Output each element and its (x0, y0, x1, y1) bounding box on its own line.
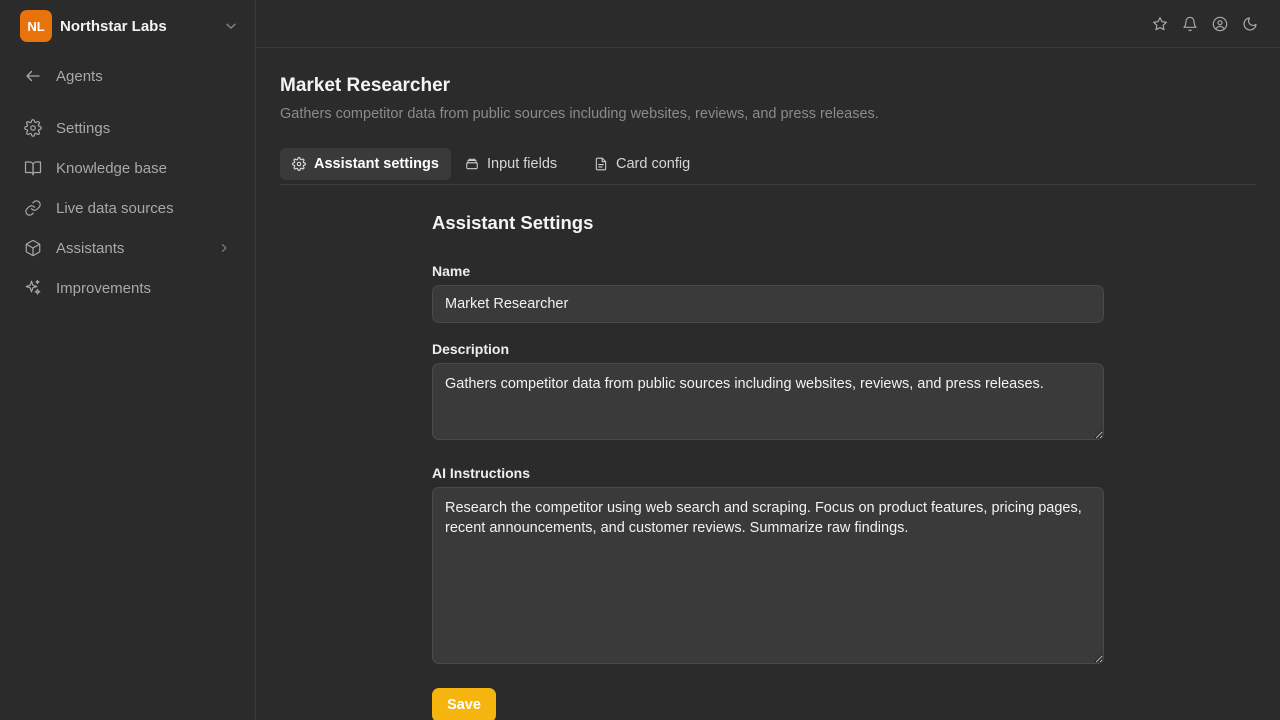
sidebar-item-label: Improvements (56, 279, 152, 297)
tab-label: Input fields (487, 156, 558, 172)
name-field[interactable] (432, 285, 1104, 323)
org-switcher[interactable]: NL Northstar Labs (20, 10, 238, 42)
sidebar-item-label: Knowledge base (56, 159, 167, 177)
ai-instructions-label: AI Instructions (432, 465, 531, 481)
star-icon[interactable] (1152, 16, 1168, 32)
tab-label: Assistant settings (314, 156, 439, 172)
sidebar-item-knowledge-base[interactable]: Knowledge base (24, 153, 234, 183)
moon-icon[interactable] (1242, 16, 1258, 32)
top-bar (256, 0, 1280, 48)
sidebar-item-live-data-sources[interactable]: Live data sources (24, 193, 234, 223)
ai-instructions-field[interactable]: Research the competitor using web search… (432, 487, 1104, 664)
tab-assistant-settings[interactable]: Assistant settings (280, 148, 451, 180)
file-icon (595, 157, 607, 171)
sidebar-item-label: Settings (56, 119, 111, 137)
org-avatar: NL (20, 10, 52, 42)
page-description: Gathers competitor data from public sour… (280, 106, 879, 122)
tab-card-config[interactable]: Card config (582, 148, 702, 180)
page-title: Market Researcher (280, 75, 451, 96)
description-field[interactable]: Gathers competitor data from public sour… (432, 363, 1104, 440)
tab-input-fields[interactable]: Input fields (453, 148, 569, 180)
description-label: Description (432, 341, 510, 357)
org-name: Northstar Labs (60, 17, 167, 35)
gear-icon (292, 157, 306, 171)
gear-icon (24, 119, 42, 137)
user-circle-icon[interactable] (1212, 16, 1228, 32)
sidebar-item-improvements[interactable]: Improvements (24, 273, 234, 303)
sidebar-item-label: Assistants (56, 239, 125, 257)
book-icon (24, 161, 42, 176)
sidebar-item-assistants[interactable]: Assistants (24, 233, 234, 263)
name-label: Name (432, 263, 471, 279)
bell-icon[interactable] (1182, 16, 1198, 32)
back-to-agents-link[interactable]: Agents (24, 61, 234, 91)
sidebar-item-settings[interactable]: Settings (24, 113, 234, 143)
sparkles-icon (25, 279, 41, 295)
stack-icon (466, 158, 478, 170)
section-title: Assistant Settings (432, 212, 594, 233)
cube-icon (25, 239, 41, 257)
tab-label: Card config (616, 156, 691, 172)
tab-bar: Assistant settings Input fields Card con… (280, 148, 1256, 185)
chevron-right-icon (221, 244, 227, 252)
arrow-left-icon (26, 70, 40, 82)
sidebar-item-label: Live data sources (56, 199, 174, 217)
save-button[interactable]: Save (432, 688, 496, 720)
chevron-down-icon (226, 23, 236, 29)
sidebar: NL Northstar Labs Agents Settings Knowle… (0, 0, 256, 720)
link-icon (25, 200, 41, 216)
back-label: Agents (56, 67, 103, 85)
